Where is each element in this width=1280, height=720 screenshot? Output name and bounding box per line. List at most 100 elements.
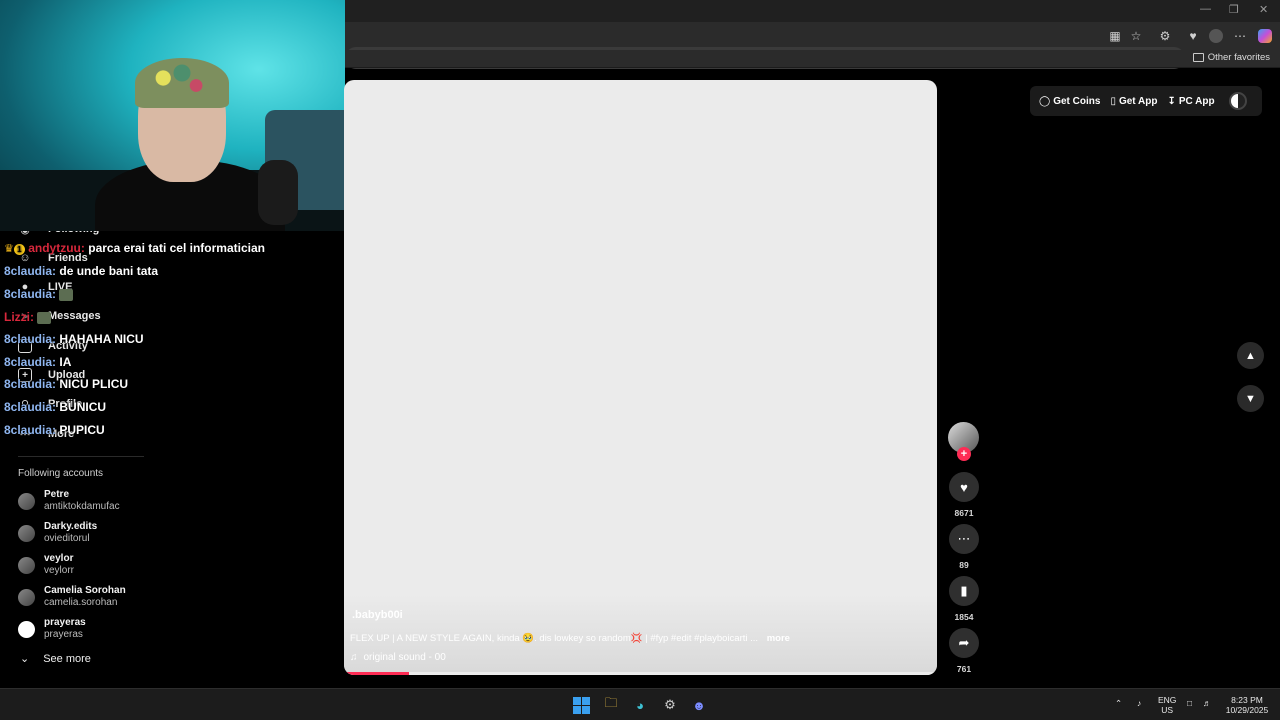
follow-plus-icon[interactable]: + — [957, 447, 971, 461]
edge-browser-icon[interactable]: ◕ — [631, 696, 649, 714]
avatar — [18, 589, 35, 606]
chat-username: 8claudia: — [4, 355, 57, 369]
comment-count: 89 — [959, 560, 969, 570]
chat-message: ♛ 1 andytzuu: parca erai tati cel informa… — [4, 241, 265, 255]
copilot-icon[interactable] — [1258, 29, 1272, 43]
chat-username: 8claudia: — [4, 264, 57, 278]
language-indicator[interactable]: ENG US — [1158, 695, 1176, 715]
webcam-overlay — [0, 0, 345, 231]
start-button[interactable] — [572, 696, 590, 714]
discord-icon[interactable]: ☻ — [690, 696, 708, 714]
heart-icon: ♥ — [960, 479, 968, 495]
pc-app-button[interactable]: ↧ PC App — [1167, 96, 1214, 107]
chat-username: andytzuu: — [28, 241, 85, 255]
share-button[interactable]: ➦ — [949, 628, 979, 658]
chat-text: IA — [59, 355, 72, 369]
following-account[interactable]: Petre amtiktokdamufac — [18, 489, 218, 519]
language-label: ENG — [1158, 695, 1177, 705]
volume-icon[interactable]: ♬ — [1203, 698, 1212, 708]
network-icon[interactable]: □ — [1187, 698, 1192, 708]
sound-label: original sound - 00 — [363, 652, 446, 663]
emote-icon — [59, 288, 74, 301]
sidebar-item-label: Messages — [48, 310, 101, 322]
chevron-down-icon: ▼ — [1245, 392, 1256, 405]
following-accounts-title: Following accounts — [18, 468, 104, 479]
chat-message: 8claudia: PUPICU — [4, 423, 105, 437]
previous-video-button[interactable]: ▲ — [1237, 342, 1264, 369]
following-account[interactable]: veylor veylorr — [18, 553, 218, 583]
extensions-icon[interactable]: ⚙ — [1158, 29, 1172, 43]
apps-icon[interactable]: ▦ — [1108, 29, 1122, 43]
webcam-microphone — [258, 160, 298, 225]
windows-logo-icon — [572, 696, 590, 714]
bookmark-icon: ▮ — [960, 583, 968, 598]
video-sound[interactable]: ♫ original sound - 00 — [350, 652, 446, 663]
get-coins-button[interactable]: ◯ Get Coins — [1039, 96, 1100, 107]
video-player[interactable]: .babyb00i FLEX UP | A NEW STYLE AGAIN, k… — [344, 80, 937, 675]
browser-profile-icon[interactable] — [1209, 29, 1223, 43]
see-more-label: See more — [43, 652, 91, 665]
close-icon[interactable]: ✕ — [1259, 3, 1268, 16]
account-name: Petre — [44, 489, 70, 500]
microphone-icon[interactable]: ♪ — [1137, 698, 1141, 708]
badge-icon: 1 — [13, 244, 25, 255]
browser-essentials-icon[interactable]: ♥ — [1186, 29, 1200, 43]
caption-more-button[interactable]: more — [767, 633, 790, 644]
share-count: 761 — [956, 664, 972, 674]
file-explorer-icon[interactable]: 🗀 — [602, 695, 620, 714]
chat-username: 8claudia: — [4, 377, 57, 391]
chat-message: 8claudia: de unde bani tata — [4, 264, 158, 278]
account-name: Darky.edits — [44, 521, 98, 532]
following-account[interactable]: Camelia Sorohan camelia.sorohan — [18, 585, 218, 615]
avatar — [18, 557, 35, 574]
comment-icon: ⋯ — [957, 531, 971, 546]
restore-icon[interactable]: ❐ — [1229, 3, 1239, 16]
chat-username: Lizzi: — [4, 310, 34, 324]
tray-chevron-up-icon[interactable]: ⌃ — [1115, 698, 1122, 708]
following-account[interactable]: Darky.edits ovieditorul — [18, 521, 218, 551]
clock-time: 8:23 PM — [1231, 695, 1263, 705]
see-more-button[interactable]: ⌄ See more — [20, 652, 91, 666]
chat-message: 8claudia: — [4, 287, 74, 301]
theme-toggle-icon[interactable] — [1228, 92, 1247, 110]
account-name: Camelia Sorohan — [44, 585, 126, 596]
other-favorites-folder[interactable]: Other favorites — [1192, 52, 1270, 63]
account-name: prayeras — [44, 617, 86, 628]
video-progress-bar[interactable] — [344, 672, 937, 675]
following-account[interactable]: prayeras prayeras — [18, 617, 218, 647]
favorite-star-icon[interactable]: ☆ — [1129, 29, 1143, 43]
chat-username: 8claudia: — [4, 400, 57, 414]
region-label: US — [1161, 705, 1174, 715]
get-app-button[interactable]: ▯ Get App — [1110, 96, 1157, 107]
like-count: 8671 — [954, 508, 974, 518]
save-button[interactable]: ▮ — [949, 576, 979, 606]
comment-button[interactable]: ⋯ — [949, 524, 979, 554]
other-favorites-label: Other favorites — [1207, 52, 1270, 63]
chat-text: NICU PLICU — [59, 377, 129, 391]
next-video-button[interactable]: ▼ — [1237, 385, 1264, 412]
avatar — [18, 493, 35, 510]
chat-message: 8claudia: BUNICU — [4, 400, 106, 414]
video-author[interactable]: .babyb00i — [352, 609, 403, 621]
minimize-icon[interactable]: — — [1200, 3, 1211, 15]
top-actions-bar: ◯ Get Coins ▯ Get App ↧ PC App — [1030, 86, 1262, 116]
coin-icon: ◯ — [1039, 95, 1051, 107]
emote-icon — [37, 311, 52, 324]
chat-text: HAHAHA NICU — [59, 332, 144, 346]
account-username: amtiktokdamufac — [44, 501, 120, 512]
webcam-person-cap — [135, 58, 229, 108]
windows-taskbar: 🗀 ◕ ⚙ ☻ ⌃ ♪ ENG US □ ♬ 8:23 PM 10/29/202… — [0, 688, 1280, 720]
like-button[interactable]: ♥ — [949, 472, 979, 502]
video-progress-fill — [344, 672, 410, 675]
chat-message: 8claudia: HAHAHA NICU — [4, 332, 144, 346]
share-arrow-icon: ➦ — [958, 635, 970, 650]
account-username: prayeras — [44, 629, 83, 640]
account-name: veylor — [44, 553, 74, 564]
chat-message: Lizzi: — [4, 310, 52, 324]
settings-more-icon[interactable]: ⋯ — [1233, 29, 1247, 43]
clock[interactable]: 8:23 PM 10/29/2025 — [1224, 695, 1270, 715]
chat-text: PUPICU — [59, 423, 105, 437]
music-note-icon: ♫ — [350, 652, 358, 663]
app-icon[interactable]: ⚙ — [661, 696, 679, 714]
sidebar-divider — [18, 456, 144, 457]
